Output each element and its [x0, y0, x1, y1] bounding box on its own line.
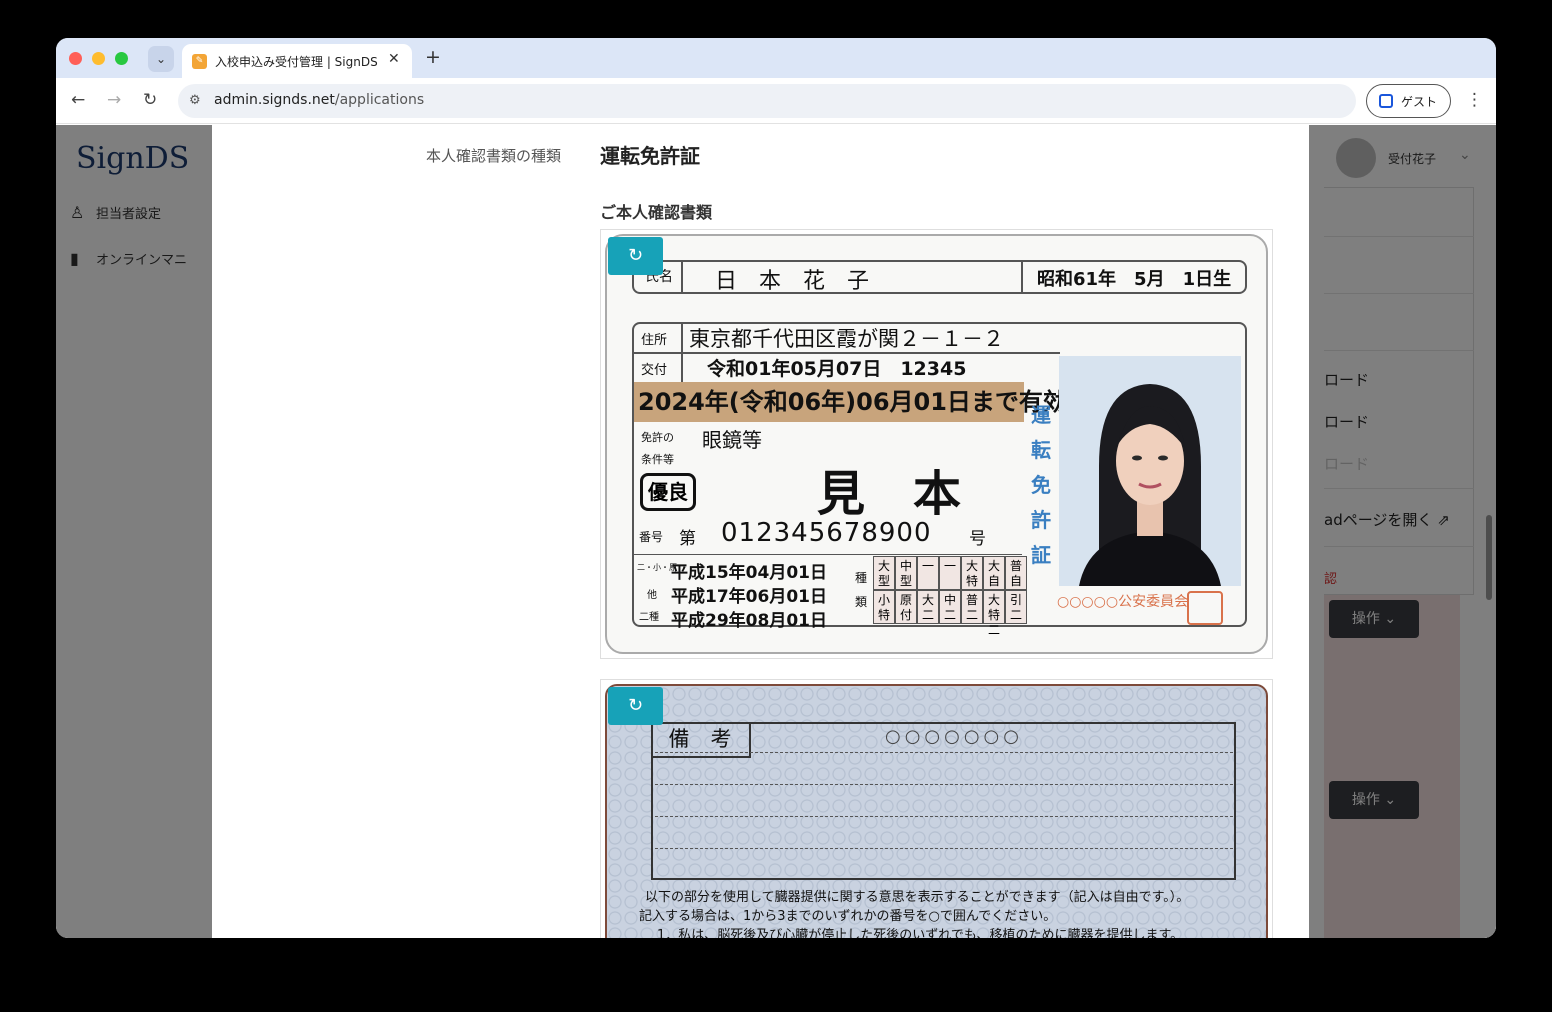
- reload-button[interactable]: ↻: [143, 90, 157, 110]
- license-category-cell: 一: [917, 556, 939, 590]
- browser-window: ⌄ ✎ 入校申込み受付管理 | SignDS（ ✕ + ← → ↻ ⚙ admi…: [56, 38, 1496, 938]
- id-type-label: 本人確認書類の種類: [426, 147, 562, 165]
- maximize-window-button[interactable]: [115, 52, 128, 65]
- profile-icon: [1379, 94, 1393, 108]
- organ-donation-text: 1．私は、脳死後及び心臓が停止した死後のいずれでも、移植のために臓器を提供します…: [657, 928, 1184, 938]
- back-button[interactable]: ←: [71, 90, 85, 110]
- license-expiry: 2024年(令和06年)06月01日まで有効: [634, 382, 1067, 422]
- favicon-icon: ✎: [192, 54, 207, 69]
- chevron-down-icon: ⌄: [155, 52, 167, 66]
- license-category-cell: 一: [939, 556, 961, 590]
- site-settings-icon[interactable]: ⚙: [189, 93, 201, 108]
- number-label: 番号: [639, 530, 664, 544]
- license-birth: 昭和61年 5月 1日生: [1037, 269, 1232, 290]
- license-front-image: ↻ 氏名 日 本 花 子 昭和61年 5月 1日生 住所 東京都千代田区霞が関２…: [600, 229, 1273, 659]
- license-badge: 優良: [640, 473, 696, 511]
- license-date: 平成29年08月01日: [671, 611, 827, 631]
- portrait-image: [1059, 356, 1241, 586]
- license-category-cell: 中型: [895, 556, 917, 590]
- number-prefix: 第: [679, 529, 696, 549]
- license-category-cell: 大二: [917, 590, 939, 624]
- license-number: 012345678900: [721, 518, 932, 548]
- license-category-cell: 引二: [1005, 590, 1027, 624]
- rotate-button[interactable]: ↻: [608, 237, 663, 275]
- forward-button[interactable]: →: [107, 90, 121, 110]
- application-detail-modal: 本人確認書類の種類 運転免許証 ご本人確認書類 ↻ 氏名 日 本 花 子 昭和6…: [212, 125, 1309, 938]
- rotate-icon: ↻: [627, 245, 644, 266]
- condition-label-1: 免許の: [641, 431, 674, 444]
- license-front: 氏名 日 本 花 子 昭和61年 5月 1日生 住所 東京都千代田区霞が関２－１…: [605, 234, 1268, 654]
- close-icon[interactable]: ✕: [388, 51, 400, 67]
- guest-label: ゲスト: [1401, 95, 1438, 109]
- address-label: 住所: [641, 333, 668, 348]
- date-label: 二種: [639, 612, 659, 623]
- license-category-cell: 原付: [895, 590, 917, 624]
- tab-search-button[interactable]: ⌄: [148, 46, 174, 72]
- issue-label: 交付: [641, 363, 668, 378]
- number-suffix: 号: [969, 529, 986, 549]
- new-tab-button[interactable]: +: [425, 46, 441, 68]
- license-category-cell: 普二: [961, 590, 983, 624]
- license-name: 日 本 花 子: [715, 269, 870, 294]
- organ-donation-text: 以下の部分を使用して臓器提供に関する意思を表示することができます（記入は自由です…: [645, 890, 1190, 905]
- rotate-button[interactable]: ↻: [608, 687, 663, 725]
- license-issue: 令和01年05月07日 12345: [707, 358, 967, 380]
- close-window-button[interactable]: [69, 52, 82, 65]
- documents-title: ご本人確認書類: [600, 203, 713, 222]
- license-vertical-title: 運転免許証: [1031, 403, 1051, 567]
- license-authority: ○○○○○公安委員会: [1057, 594, 1189, 610]
- date-label: 他: [647, 590, 657, 601]
- page-content: SignDS ♙担当者設定 ▮オンラインマニ 受付花子 ⌄ ロード ロード ロー…: [56, 125, 1496, 938]
- license-back: 備 考 ○○○○○○○ 以下の部分を使用して臓器提供に関する意思を表示することが…: [605, 684, 1268, 938]
- guest-profile-button[interactable]: ゲスト: [1366, 84, 1451, 118]
- license-category-cell: 大自二: [983, 556, 1005, 603]
- license-category-cell: 大特二: [983, 590, 1005, 637]
- license-category-cell: 普自二: [1005, 556, 1027, 603]
- kind-label: 種類: [855, 571, 868, 609]
- active-tab[interactable]: ✎ 入校申込み受付管理 | SignDS（ ✕: [182, 44, 412, 78]
- url-host: admin.signds.net: [214, 92, 335, 108]
- license-category-cell: 大特: [961, 556, 983, 590]
- license-back-image: ↻ 備 考 ○○○○○○○ 以下の部分を使用して臓器提供に関する意思を表示するこ…: [600, 679, 1273, 938]
- tab-title: 入校申込み受付管理 | SignDS（: [215, 55, 380, 69]
- rotate-icon: ↻: [627, 695, 644, 716]
- license-category-cell: 大型: [873, 556, 895, 590]
- license-photo: [1059, 356, 1241, 586]
- minimize-window-button[interactable]: [92, 52, 105, 65]
- sample-mark: 見 本: [817, 466, 962, 522]
- remarks-circles: ○○○○○○○: [885, 726, 1023, 747]
- address-bar[interactable]: ⚙ admin.signds.net/applications: [178, 84, 1356, 118]
- id-type-value: 運転免許証: [600, 144, 700, 168]
- license-date: 平成17年06月01日: [671, 587, 827, 607]
- official-seal-icon: [1187, 591, 1223, 625]
- license-category-cell: 中二: [939, 590, 961, 624]
- url-text[interactable]: admin.signds.net/applications: [214, 92, 424, 108]
- license-category-cell: 小特: [873, 590, 895, 624]
- url-path: /applications: [334, 92, 425, 108]
- tab-bar: ⌄ ✎ 入校申込み受付管理 | SignDS（ ✕ +: [56, 38, 1496, 78]
- toolbar: ← → ↻ ⚙ admin.signds.net/applications ゲス…: [56, 78, 1496, 124]
- organ-donation-text: 記入する場合は、1から3までのいずれかの番号を○で囲んでください。: [639, 909, 1057, 924]
- license-condition: 眼鏡等: [702, 428, 762, 452]
- condition-label-2: 条件等: [641, 453, 674, 466]
- more-menu-icon[interactable]: ⋮: [1466, 90, 1483, 110]
- license-date: 平成15年04月01日: [671, 563, 827, 583]
- license-address: 東京都千代田区霞が関２－１－２: [689, 327, 1004, 351]
